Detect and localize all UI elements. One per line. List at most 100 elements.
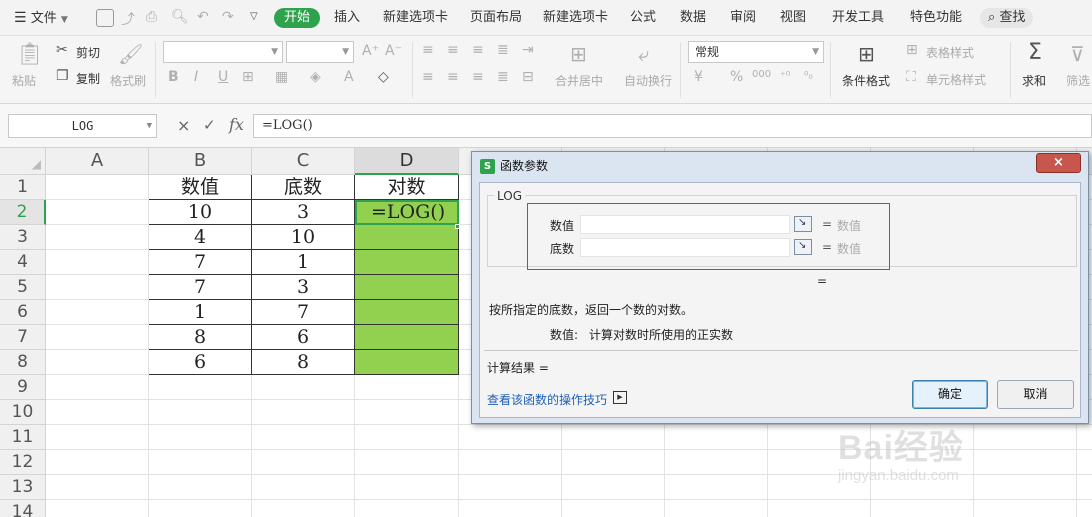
cell[interactable]	[46, 425, 149, 450]
cell[interactable]	[46, 225, 149, 250]
cell[interactable]	[562, 425, 665, 450]
cell[interactable]	[355, 500, 459, 517]
align-left-icon[interactable]: ≡	[422, 69, 434, 85]
indent-icon[interactable]: ⇥	[522, 42, 534, 58]
align-center-icon[interactable]: ≡	[447, 69, 459, 85]
increase-decimal-icon[interactable]: ⁺⁰	[780, 69, 790, 82]
col-header-d[interactable]: D	[355, 148, 459, 175]
bold-button[interactable]: B	[168, 69, 179, 85]
conditional-format-icon[interactable]: ⊞	[858, 42, 875, 66]
cell-style-button[interactable]: 单元格样式	[926, 71, 986, 88]
filter-button[interactable]: 筛选	[1066, 72, 1090, 89]
tab-view[interactable]: 视图	[780, 8, 806, 28]
filter-icon[interactable]: ⊽	[1070, 42, 1085, 66]
insert-function-button[interactable]: fx	[229, 115, 244, 134]
cell[interactable]	[1077, 425, 1092, 450]
cell[interactable]	[46, 275, 149, 300]
currency-button[interactable]: ¥	[694, 69, 703, 85]
format-painter-button[interactable]: 格式刷	[110, 72, 146, 89]
cell[interactable]	[46, 300, 149, 325]
font-size-down-button[interactable]: A⁻	[385, 43, 402, 59]
cell[interactable]	[459, 425, 562, 450]
cell[interactable]	[355, 475, 459, 500]
sum-icon[interactable]: Σ	[1028, 40, 1042, 65]
result-cell[interactable]	[355, 300, 459, 325]
cell[interactable]	[252, 425, 355, 450]
print-icon[interactable]: ⎙	[146, 9, 157, 25]
italic-button[interactable]: I	[194, 69, 198, 85]
row-header-8[interactable]: 8	[0, 350, 46, 375]
ok-button[interactable]: 确定	[912, 380, 988, 409]
quick-access-more-icon[interactable]: ▽	[250, 11, 258, 22]
formula-input[interactable]: =LOG()	[253, 114, 1092, 138]
header-cell[interactable]: 底数	[252, 175, 355, 200]
row-header-2[interactable]: 2	[0, 200, 46, 225]
cell[interactable]	[562, 475, 665, 500]
row-header-4[interactable]: 4	[0, 250, 46, 275]
cell[interactable]	[871, 500, 974, 517]
thousands-button[interactable]: 000	[752, 69, 771, 80]
data-cell[interactable]: 4	[149, 225, 252, 250]
search-button[interactable]: ⌕ 查找	[980, 8, 1034, 28]
name-box[interactable]: LOG ▼	[8, 114, 157, 138]
cut-icon[interactable]: ✂	[56, 42, 68, 58]
row-header-9[interactable]: 9	[0, 375, 46, 400]
fill-pattern-icon[interactable]: ▦	[275, 69, 288, 85]
row-header-7[interactable]: 7	[0, 325, 46, 350]
merge-center-icon[interactable]: ⊞	[570, 42, 587, 66]
fill-color-icon[interactable]: ◈	[310, 69, 321, 85]
tab-formulas[interactable]: 公式	[630, 8, 656, 28]
row-header-3[interactable]: 3	[0, 225, 46, 250]
data-cell[interactable]: 3	[252, 275, 355, 300]
cell[interactable]	[149, 400, 252, 425]
cell[interactable]	[459, 500, 562, 517]
confirm-formula-button[interactable]: ✓	[203, 116, 216, 134]
justify-icon[interactable]: ≣	[497, 69, 509, 85]
paste-icon[interactable]: 📋︎	[16, 42, 44, 67]
cell[interactable]	[46, 475, 149, 500]
tab-insert[interactable]: 插入	[334, 8, 360, 28]
cell[interactable]	[1077, 475, 1092, 500]
cell[interactable]	[355, 425, 459, 450]
col-header-c[interactable]: C	[252, 148, 355, 175]
align-bottom-icon[interactable]: ≡	[472, 42, 484, 58]
align-middle-icon[interactable]: ≡	[447, 42, 459, 58]
cell[interactable]	[974, 500, 1077, 517]
border-icon[interactable]: ⊞	[242, 69, 254, 85]
data-cell[interactable]: 7	[149, 275, 252, 300]
row-header-13[interactable]: 13	[0, 475, 46, 500]
row-header-11[interactable]: 11	[0, 425, 46, 450]
wrap-text-button[interactable]: 自动换行	[624, 72, 672, 89]
cell[interactable]	[252, 400, 355, 425]
cell[interactable]	[149, 475, 252, 500]
cell[interactable]	[252, 500, 355, 517]
tab-page-layout[interactable]: 页面布局	[470, 8, 522, 28]
data-cell[interactable]: 8	[252, 350, 355, 375]
data-cell[interactable]: 1	[252, 250, 355, 275]
cell[interactable]	[149, 450, 252, 475]
cell[interactable]	[974, 450, 1077, 475]
cancel-formula-button[interactable]: ×	[177, 116, 190, 135]
cell[interactable]	[1077, 500, 1092, 517]
tab-features[interactable]: 特色功能	[910, 8, 962, 28]
wrap-text-icon[interactable]: ⤶	[638, 42, 649, 66]
cell[interactable]	[46, 250, 149, 275]
tab-data[interactable]: 数据	[680, 8, 706, 28]
cell[interactable]	[46, 375, 149, 400]
cell[interactable]	[46, 200, 149, 225]
percent-button[interactable]: %	[730, 69, 743, 85]
select-all-corner[interactable]: ◢	[0, 148, 46, 175]
cell[interactable]	[974, 475, 1077, 500]
col-header-b[interactable]: B	[149, 148, 252, 175]
tab-developer[interactable]: 开发工具	[832, 8, 884, 28]
result-cell[interactable]	[355, 350, 459, 375]
cell[interactable]	[665, 425, 768, 450]
data-cell[interactable]: 3	[252, 200, 355, 225]
data-cell[interactable]: 10	[252, 225, 355, 250]
cell[interactable]	[46, 350, 149, 375]
row-header-14[interactable]: 14	[0, 500, 46, 517]
cut-button[interactable]: 剪切	[76, 44, 100, 61]
cell[interactable]	[149, 500, 252, 517]
copy-icon[interactable]: ❐	[56, 68, 69, 84]
cell[interactable]	[1077, 450, 1092, 475]
